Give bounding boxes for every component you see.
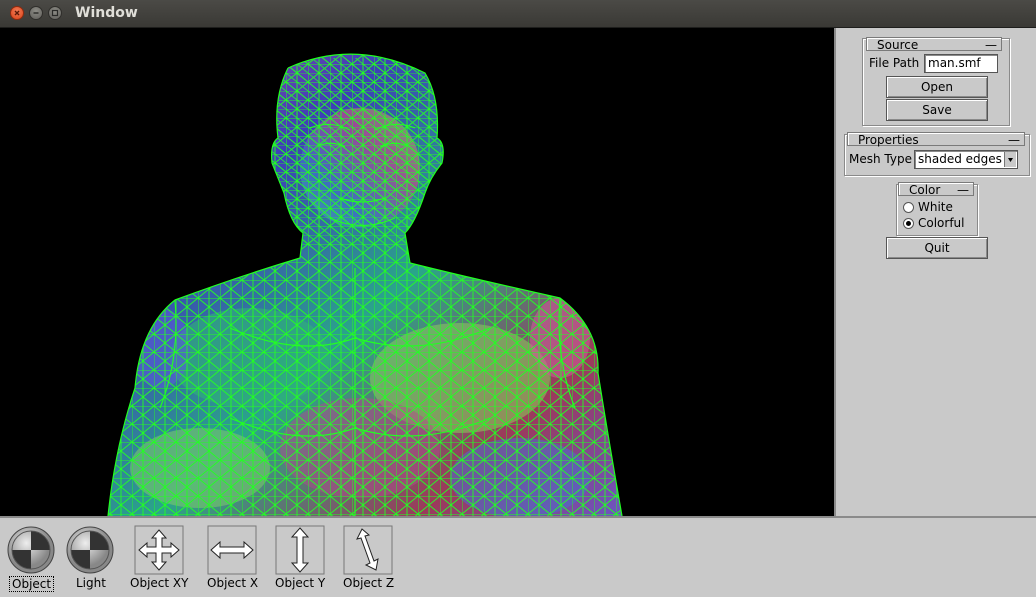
light-control-label: Light bbox=[76, 576, 106, 590]
object-xy-control[interactable] bbox=[134, 525, 184, 575]
3d-viewport[interactable] bbox=[0, 28, 834, 516]
properties-title-label: Properties bbox=[858, 133, 919, 147]
transform-controls-bar: Object Light Object XY Object X Object Y bbox=[0, 516, 1036, 597]
collapse-icon[interactable]: — bbox=[1008, 133, 1020, 147]
radio-white[interactable] bbox=[903, 202, 914, 213]
collapse-icon[interactable]: — bbox=[957, 183, 969, 197]
open-button[interactable]: Open bbox=[886, 76, 988, 98]
maximize-icon[interactable] bbox=[48, 6, 62, 20]
window-title: Window bbox=[75, 5, 138, 21]
mesh-type-dropdown[interactable]: shaded edges bbox=[914, 150, 1018, 169]
object-control-label: Object bbox=[9, 576, 55, 592]
title-bar: Window bbox=[0, 0, 1036, 28]
object-x-control[interactable] bbox=[207, 525, 257, 575]
quit-button[interactable]: Quit bbox=[886, 237, 988, 259]
close-icon[interactable] bbox=[10, 6, 24, 20]
rotation-ball-icon[interactable] bbox=[65, 525, 115, 575]
properties-group-title[interactable]: Properties — bbox=[847, 132, 1025, 147]
source-group-title[interactable]: Source — bbox=[866, 37, 1002, 52]
file-path-label: File Path bbox=[869, 56, 920, 70]
move-z-icon[interactable] bbox=[343, 525, 393, 575]
rotation-ball-icon[interactable] bbox=[6, 525, 56, 575]
mesh-render bbox=[0, 28, 834, 516]
chevron-down-icon[interactable] bbox=[1004, 152, 1016, 167]
source-title-label: Source bbox=[877, 38, 919, 52]
move-y-icon[interactable] bbox=[275, 525, 325, 575]
file-path-field[interactable]: man.smf bbox=[924, 54, 998, 73]
color-group-title[interactable]: Color — bbox=[898, 182, 974, 197]
mesh-type-label: Mesh Type bbox=[849, 152, 912, 166]
collapse-icon[interactable]: — bbox=[985, 38, 997, 52]
object-y-control[interactable] bbox=[275, 525, 325, 575]
save-button[interactable]: Save bbox=[886, 99, 988, 121]
radio-colorful[interactable] bbox=[903, 218, 914, 229]
object-x-control-label: Object X bbox=[207, 576, 259, 590]
object-y-control-label: Object Y bbox=[275, 576, 326, 590]
move-x-icon[interactable] bbox=[207, 525, 257, 575]
move-xy-icon[interactable] bbox=[134, 525, 184, 575]
object-rotation-control[interactable] bbox=[6, 525, 56, 575]
radio-white-label: White bbox=[918, 200, 953, 214]
object-z-control-label: Object Z bbox=[343, 576, 395, 590]
object-xy-control-label: Object XY bbox=[130, 576, 189, 590]
radio-colorful-label: Colorful bbox=[918, 216, 965, 230]
control-panel: Source — File Path man.smf Open Save Pro… bbox=[834, 28, 1036, 516]
color-title-label: Color bbox=[909, 183, 941, 197]
mesh-type-value: shaded edges bbox=[918, 152, 1002, 166]
object-z-control[interactable] bbox=[343, 525, 393, 575]
minimize-icon[interactable] bbox=[29, 6, 43, 20]
light-rotation-control[interactable] bbox=[65, 525, 115, 575]
